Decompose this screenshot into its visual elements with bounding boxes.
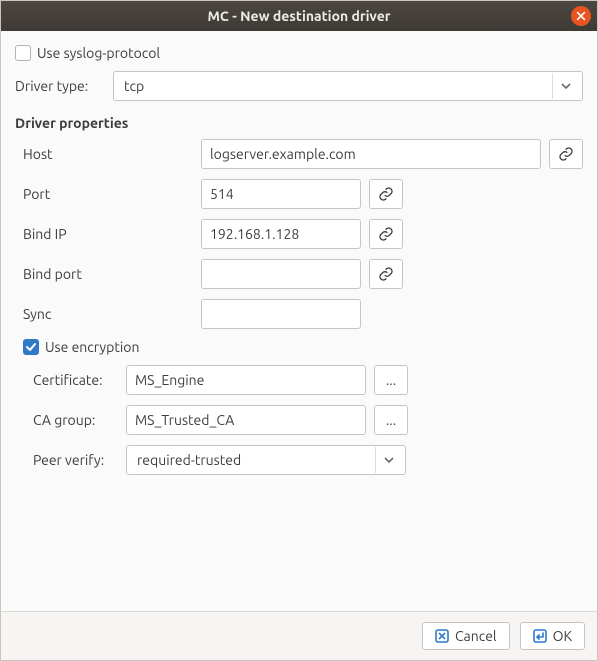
host-row: Host	[23, 139, 583, 169]
driver-properties: Host Port Bind IP	[23, 139, 583, 485]
sync-input[interactable]	[201, 299, 361, 329]
ok-button[interactable]: OK	[520, 622, 585, 650]
certificate-browse-button[interactable]: ...	[374, 365, 408, 395]
ellipsis-icon: ...	[386, 372, 396, 388]
ok-button-label: OK	[553, 628, 572, 644]
cancel-button-label: Cancel	[455, 628, 497, 644]
driver-type-row: Driver type: tcp	[15, 71, 583, 101]
bind-ip-label: Bind IP	[23, 226, 193, 242]
ca-group-browse-button[interactable]: ...	[374, 405, 408, 435]
chevron-down-icon	[552, 73, 578, 99]
certificate-row: Certificate: ...	[33, 365, 583, 395]
driver-type-value: tcp	[122, 78, 144, 94]
use-syslog-protocol-label: Use syslog-protocol	[37, 45, 160, 61]
sync-label: Sync	[23, 306, 193, 322]
certificate-label: Certificate:	[33, 372, 118, 388]
cancel-icon	[435, 629, 449, 643]
titlebar: MC - New destination driver	[1, 1, 597, 31]
bind-port-row: Bind port	[23, 259, 583, 289]
use-encryption-label: Use encryption	[45, 339, 139, 355]
dialog-content: Use syslog-protocol Driver type: tcp Dri…	[1, 31, 597, 611]
check-icon	[25, 341, 37, 353]
bind-ip-input[interactable]	[201, 219, 361, 249]
checkbox-box	[15, 45, 31, 61]
host-input[interactable]	[201, 139, 541, 169]
cancel-button[interactable]: Cancel	[422, 622, 510, 650]
port-row: Port	[23, 179, 583, 209]
link-icon	[378, 266, 394, 282]
port-link-button[interactable]	[369, 179, 403, 209]
host-link-button[interactable]	[549, 139, 583, 169]
ellipsis-icon: ...	[386, 412, 396, 428]
link-icon	[558, 146, 574, 162]
driver-type-select[interactable]: tcp	[113, 71, 583, 101]
port-label: Port	[23, 186, 193, 202]
use-syslog-protocol-checkbox[interactable]: Use syslog-protocol	[15, 45, 583, 61]
bind-ip-row: Bind IP	[23, 219, 583, 249]
window-title: MC - New destination driver	[207, 8, 390, 24]
spacer	[15, 485, 583, 603]
enter-icon	[533, 629, 547, 643]
link-icon	[378, 186, 394, 202]
bind-ip-link-button[interactable]	[369, 219, 403, 249]
dialog-window: MC - New destination driver Use syslog-p…	[0, 0, 598, 661]
bind-port-label: Bind port	[23, 266, 193, 282]
driver-properties-heading: Driver properties	[15, 115, 583, 131]
certificate-input[interactable]	[126, 365, 366, 395]
bind-port-link-button[interactable]	[369, 259, 403, 289]
window-close-button[interactable]	[571, 6, 591, 26]
host-label: Host	[23, 146, 193, 162]
peer-verify-value: required-trusted	[135, 452, 241, 468]
link-icon	[378, 226, 394, 242]
peer-verify-label: Peer verify:	[33, 452, 118, 468]
bind-port-input[interactable]	[201, 259, 361, 289]
dialog-footer: Cancel OK	[1, 611, 597, 660]
close-icon	[576, 11, 586, 21]
peer-verify-select[interactable]: required-trusted	[126, 445, 406, 475]
port-input[interactable]	[201, 179, 361, 209]
ca-group-row: CA group: ...	[33, 405, 583, 435]
encryption-block: Certificate: ... CA group: ... Peer veri…	[33, 365, 583, 475]
chevron-down-icon	[375, 447, 401, 473]
sync-row: Sync	[23, 299, 583, 329]
peer-verify-row: Peer verify: required-trusted	[33, 445, 583, 475]
ca-group-input[interactable]	[126, 405, 366, 435]
checkbox-box-checked	[23, 339, 39, 355]
ca-group-label: CA group:	[33, 412, 118, 428]
use-encryption-checkbox[interactable]: Use encryption	[23, 339, 583, 355]
driver-type-label: Driver type:	[15, 78, 105, 94]
